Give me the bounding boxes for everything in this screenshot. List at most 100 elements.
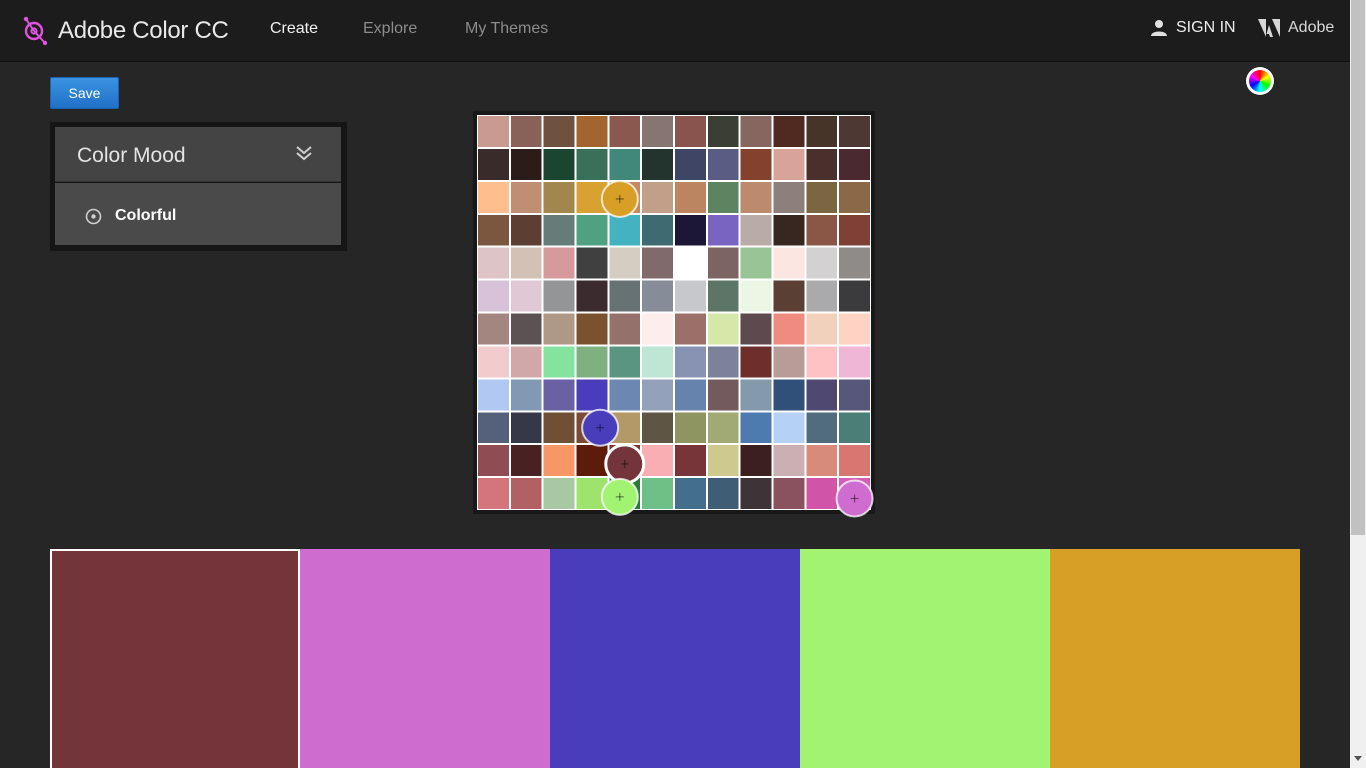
nav-explore[interactable]: Explore bbox=[363, 20, 417, 38]
grid-cell[interactable] bbox=[707, 478, 739, 509]
grid-cell[interactable] bbox=[740, 478, 772, 509]
grid-cell[interactable] bbox=[543, 313, 575, 345]
grid-cell[interactable] bbox=[543, 379, 575, 411]
grid-cell[interactable] bbox=[707, 148, 739, 180]
grid-cell[interactable] bbox=[609, 181, 641, 213]
grid-cell[interactable] bbox=[543, 247, 575, 279]
grid-cell[interactable] bbox=[806, 148, 838, 180]
grid-cell[interactable] bbox=[806, 379, 838, 411]
grid-cell[interactable] bbox=[642, 148, 673, 180]
grid-cell[interactable] bbox=[675, 346, 706, 378]
grid-cell[interactable] bbox=[543, 280, 575, 312]
grid-cell[interactable] bbox=[707, 445, 739, 477]
grid-cell[interactable] bbox=[707, 280, 739, 312]
grid-cell[interactable] bbox=[773, 214, 805, 246]
image-color-grid[interactable] bbox=[477, 115, 871, 510]
grid-cell[interactable] bbox=[806, 280, 838, 312]
grid-cell[interactable] bbox=[773, 280, 805, 312]
grid-cell[interactable] bbox=[609, 478, 641, 509]
grid-cell[interactable] bbox=[609, 313, 641, 345]
grid-cell[interactable] bbox=[609, 148, 641, 180]
grid-cell[interactable] bbox=[642, 478, 673, 509]
nav-my-themes[interactable]: My Themes bbox=[465, 20, 548, 38]
grid-cell[interactable] bbox=[576, 280, 608, 312]
grid-cell[interactable] bbox=[543, 478, 575, 509]
brand[interactable]: Adobe Color CC bbox=[22, 15, 229, 47]
grid-cell[interactable] bbox=[642, 214, 673, 246]
grid-cell[interactable] bbox=[478, 181, 509, 213]
grid-cell[interactable] bbox=[478, 412, 509, 444]
color-swatch[interactable] bbox=[50, 549, 300, 768]
grid-cell[interactable] bbox=[740, 379, 772, 411]
grid-cell[interactable] bbox=[609, 412, 641, 444]
grid-cell[interactable] bbox=[510, 214, 542, 246]
grid-cell[interactable] bbox=[478, 313, 509, 345]
grid-cell[interactable] bbox=[478, 478, 509, 509]
grid-cell[interactable] bbox=[478, 346, 509, 378]
grid-cell[interactable] bbox=[740, 247, 772, 279]
grid-cell[interactable] bbox=[740, 445, 772, 477]
color-wheel-icon[interactable] bbox=[1246, 67, 1274, 95]
grid-cell[interactable] bbox=[675, 116, 706, 147]
grid-cell[interactable] bbox=[740, 346, 772, 378]
grid-cell[interactable] bbox=[806, 412, 838, 444]
color-swatch[interactable] bbox=[800, 549, 1050, 768]
grid-cell[interactable] bbox=[839, 181, 870, 213]
save-button[interactable]: Save bbox=[50, 77, 119, 109]
grid-cell[interactable] bbox=[510, 116, 542, 147]
adobe-link[interactable]: Adobe bbox=[1258, 19, 1334, 37]
grid-cell[interactable] bbox=[478, 280, 509, 312]
grid-cell[interactable] bbox=[609, 116, 641, 147]
grid-cell[interactable] bbox=[478, 247, 509, 279]
grid-cell[interactable] bbox=[543, 148, 575, 180]
grid-cell[interactable] bbox=[740, 280, 772, 312]
grid-cell[interactable] bbox=[675, 280, 706, 312]
grid-cell[interactable] bbox=[773, 247, 805, 279]
grid-cell[interactable] bbox=[510, 445, 542, 477]
double-chevron-down-icon[interactable] bbox=[295, 144, 313, 162]
color-mood-header[interactable]: Color Mood bbox=[55, 127, 341, 182]
grid-cell[interactable] bbox=[576, 214, 608, 246]
grid-cell[interactable] bbox=[642, 280, 673, 312]
grid-cell[interactable] bbox=[806, 478, 838, 509]
grid-cell[interactable] bbox=[609, 346, 641, 378]
grid-cell[interactable] bbox=[510, 313, 542, 345]
grid-cell[interactable] bbox=[609, 214, 641, 246]
vertical-scrollbar[interactable] bbox=[1350, 0, 1366, 768]
grid-cell[interactable] bbox=[576, 313, 608, 345]
grid-cell[interactable] bbox=[806, 445, 838, 477]
grid-cell[interactable] bbox=[675, 214, 706, 246]
grid-cell[interactable] bbox=[478, 148, 509, 180]
grid-cell[interactable] bbox=[839, 280, 870, 312]
grid-cell[interactable] bbox=[510, 148, 542, 180]
grid-cell[interactable] bbox=[740, 181, 772, 213]
color-swatch[interactable] bbox=[550, 549, 800, 768]
grid-cell[interactable] bbox=[707, 346, 739, 378]
grid-cell[interactable] bbox=[806, 116, 838, 147]
grid-cell[interactable] bbox=[576, 181, 608, 213]
grid-cell[interactable] bbox=[839, 313, 870, 345]
grid-cell[interactable] bbox=[543, 445, 575, 477]
grid-cell[interactable] bbox=[478, 445, 509, 477]
grid-cell[interactable] bbox=[609, 379, 641, 411]
scrollbar-thumb[interactable] bbox=[1351, 0, 1365, 535]
grid-cell[interactable] bbox=[576, 445, 608, 477]
grid-cell[interactable] bbox=[510, 379, 542, 411]
grid-cell[interactable] bbox=[740, 116, 772, 147]
grid-cell[interactable] bbox=[773, 346, 805, 378]
color-mood-option-colorful[interactable]: Colorful bbox=[55, 183, 341, 245]
grid-cell[interactable] bbox=[839, 116, 870, 147]
color-swatch[interactable] bbox=[300, 549, 550, 768]
grid-cell[interactable] bbox=[510, 181, 542, 213]
grid-cell[interactable] bbox=[806, 346, 838, 378]
grid-cell[interactable] bbox=[773, 313, 805, 345]
grid-cell[interactable] bbox=[642, 313, 673, 345]
grid-cell[interactable] bbox=[609, 280, 641, 312]
grid-cell[interactable] bbox=[510, 280, 542, 312]
grid-cell[interactable] bbox=[806, 214, 838, 246]
grid-cell[interactable] bbox=[839, 148, 870, 180]
grid-cell[interactable] bbox=[707, 313, 739, 345]
grid-cell[interactable] bbox=[642, 247, 673, 279]
grid-cell[interactable] bbox=[543, 214, 575, 246]
grid-cell[interactable] bbox=[576, 412, 608, 444]
